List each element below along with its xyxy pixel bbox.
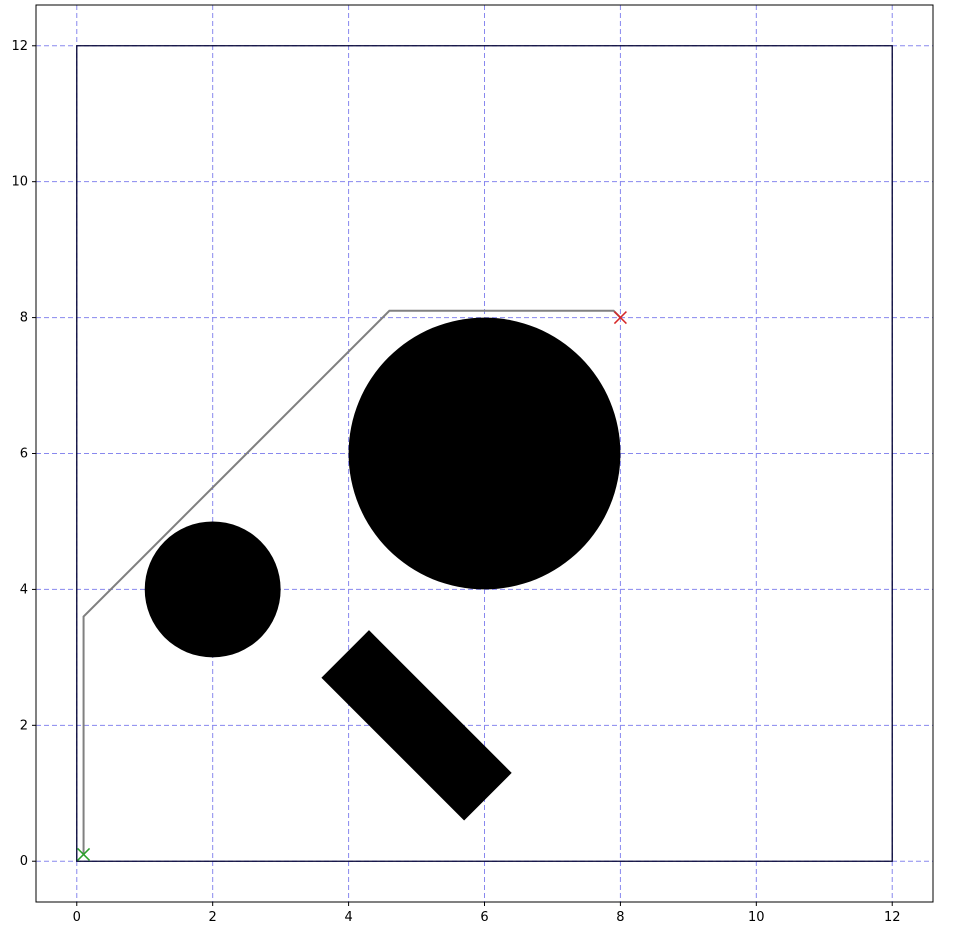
x-tick-label: 12 — [884, 910, 901, 925]
plot-figure: 0 2 4 6 8 10 12 0 2 4 6 8 10 12 — [11, 4, 934, 925]
y-tick-label: 12 — [11, 39, 28, 54]
y-tick-label: 4 — [20, 582, 28, 597]
y-tick-label: 2 — [20, 718, 28, 733]
obstacle-circle — [348, 317, 621, 590]
x-tick-label: 10 — [748, 910, 765, 925]
x-tick-label: 4 — [344, 910, 352, 925]
y-tick-label: 6 — [20, 447, 28, 462]
x-tick-label: 6 — [480, 910, 488, 925]
obstacle-circle — [144, 521, 281, 658]
x-tick-label: 8 — [616, 910, 624, 925]
y-tick-label: 8 — [20, 311, 28, 326]
y-tick-label: 0 — [20, 854, 28, 869]
x-tick-label: 0 — [73, 910, 81, 925]
x-tick-label: 2 — [209, 910, 217, 925]
y-tick-label: 10 — [11, 175, 28, 190]
obstacles — [144, 317, 621, 821]
